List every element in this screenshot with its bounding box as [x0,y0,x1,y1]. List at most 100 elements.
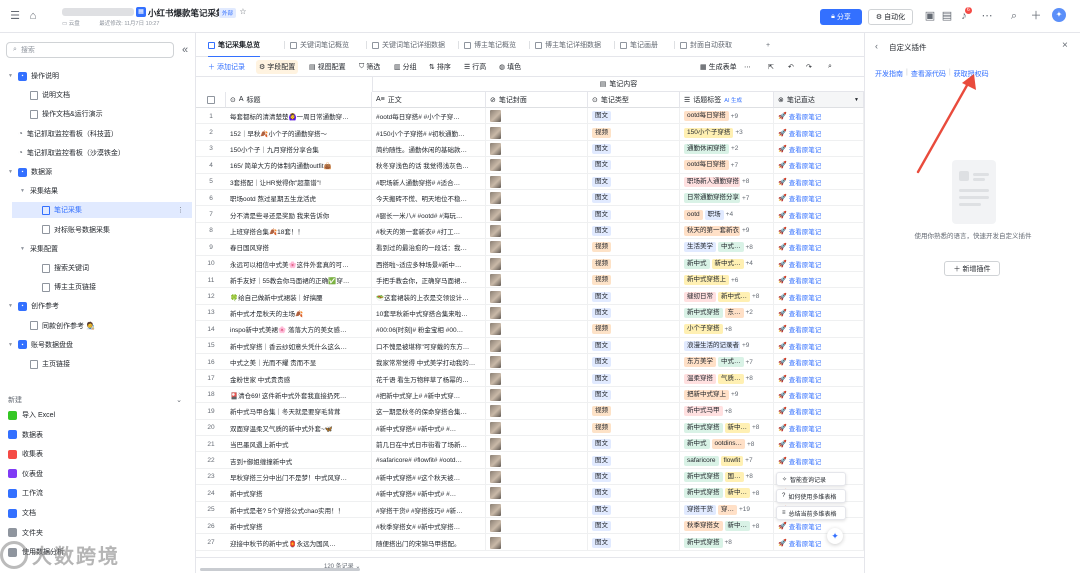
title-cell[interactable]: 早秋穿搭三分中出门不是梦！中式风穿… [226,468,372,486]
table-row[interactable]: 15 新中式穿搭｜香云纱如意头凭什么这么… 口不愧是被堪称"可穿戴的东方… 图文 浪漫生… [196,337,864,354]
table-row[interactable]: 3 150小个子｜九月穿搭分享合集 简约随性。通勤休闲的基础款… 图文 通勤休闲穿搭 +2… [196,140,864,158]
tab[interactable]: 关键词笔记详细数据 [372,33,445,57]
search-icon[interactable]: ⌕ [828,57,832,77]
view-note-link[interactable]: 查看原笔记 [789,390,822,400]
sidebar-item[interactable]: 笔记采集 ⋮ [12,202,192,219]
title-cell[interactable]: 分不清是些寻还是奖励 我来告诉你 [226,206,372,223]
expand-icon[interactable]: ⇱ [768,57,774,77]
link-cell[interactable]: 🚀查看原笔记 [774,206,864,223]
tags-cell[interactable]: safaricore flowfit +7 [680,452,774,469]
layout-icon[interactable]: ▤ [941,10,953,22]
body-cell[interactable]: 前几日在中式日市街看了场新… [372,436,486,453]
link-cell[interactable]: 🚀查看原笔记 [774,321,864,338]
sidebar-item[interactable]: 博主主页链接 [32,279,96,295]
title-cell[interactable]: 吉到+御姐缠撞新中式 [226,452,372,469]
view-note-link[interactable]: 查看原笔记 [789,538,822,548]
tags-cell[interactable]: 新中式穿搭 新中… +8 [680,419,774,436]
sidebar-item[interactable]: 主页链接 [20,356,70,372]
cover-thumbnail[interactable] [490,208,501,221]
cover-cell[interactable] [486,468,588,486]
table-row[interactable]: 12 🍀给自己做新中式裙装｜好搞腰 🥗这套裙装的上衣是交领设计… 图文 缝纫日常 新中式…… [196,288,864,305]
dev-guide-link[interactable]: 开发指南 [875,69,903,79]
more-icon[interactable]: ⋯ [981,10,993,22]
table-row[interactable]: 10 永远可以相信中式美🌸这件外套真的可… 西搭啦~适应多种场景#新中… 视频 新中式新… [196,255,864,272]
cover-thumbnail[interactable] [490,421,501,434]
cover-cell[interactable] [486,157,588,174]
view-note-link[interactable]: 查看原笔记 [789,324,822,334]
body-cell[interactable]: 花千语 看生万物秤草了杨幂的… [372,370,486,387]
title-cell[interactable]: 迎接中秋节的新中式🏮永远为国风… [226,534,372,551]
sidebar-item[interactable]: ◔ 笔记抓取监控看板（科技蓝） [8,126,118,142]
cover-cell[interactable] [486,255,588,272]
sidebar-item[interactable]: ▼ 采集配置 [20,241,58,257]
title-cell[interactable]: 152｜早秋🍂小个子的通勤穿搭～ [226,124,372,141]
new-item[interactable]: 数据表 [8,427,43,443]
back-icon[interactable]: ‹ [875,41,878,51]
link-cell[interactable]: 🚀查看原笔记 [774,124,864,141]
view-note-link[interactable]: 查看原笔记 [789,160,822,170]
type-cell[interactable]: 图文 [588,206,680,223]
get-auth-code-link[interactable]: 获取授权码 [954,69,989,79]
cover-thumbnail[interactable] [490,487,501,500]
collapse-sidebar-icon[interactable]: « [180,44,190,56]
chevron-down-icon[interactable]: ▼ [8,303,14,309]
type-cell[interactable]: 图文 [588,386,680,404]
tags-cell[interactable]: 新中式穿搭上 +6 [680,272,774,289]
type-cell[interactable]: 视频 [588,403,680,420]
more-icon[interactable]: ⋮ [177,206,184,214]
table-row[interactable]: 5 3套搭配｜让HR觉得你"超靠谱"! #职场新人通勤穿搭# #适合… 图文 职场新人通… [196,173,864,190]
body-cell[interactable]: #秋季穿搭女# #新中式穿搭… [372,518,486,535]
title-cell[interactable]: 金粉世家 中式贵贵感 [226,370,372,387]
type-cell[interactable]: 图文 [588,468,680,486]
link-cell[interactable]: 🚀查看原笔记 [774,140,864,158]
cover-thumbnail[interactable] [490,175,501,188]
view-note-link[interactable]: 查看原笔记 [789,423,822,433]
new-item[interactable]: 文档 [8,505,36,521]
type-cell[interactable]: 图文 [588,157,680,174]
type-cell[interactable]: 图文 [588,140,680,158]
cover-thumbnail[interactable] [490,536,501,549]
close-icon[interactable]: × [1062,40,1068,51]
col-header-body[interactable]: A≡ 正文 [372,92,486,108]
tab[interactable]: 博主笔记概览 [464,33,516,57]
link-cell[interactable]: 🚀查看原笔记 [774,386,864,404]
table-row[interactable]: 16 中式之美｜光而不耀 贵而不显 我家常常觉得 中式美学打动我的… 图文 东方美学 中式… [196,354,864,371]
link-cell[interactable]: 🚀查看原笔记 [774,288,864,305]
link-cell[interactable]: 🚀查看原笔记 [774,239,864,256]
type-cell[interactable]: 图文 [588,337,680,354]
cover-thumbnail[interactable] [490,470,501,483]
cover-cell[interactable] [486,501,588,518]
title-cell[interactable]: 新中式穿搭｜香云纱如意头凭什么这么… [226,337,372,354]
title-cell[interactable]: inspo新中式美裙🌸 落落大方的美女感… [226,321,372,338]
table-row[interactable]: 20 双面穿温柔又气质的新中式外套~🦋 #新中式穿搭# #新中式# #… 视频 新中式穿… [196,419,864,436]
tags-cell[interactable]: 新中式 ootdins… +8 [680,436,774,453]
sidebar-item[interactable]: ▼ ▪ 账号数据盘盘 [8,337,73,353]
cover-cell[interactable] [486,239,588,256]
tags-cell[interactable]: 职场新人通勤穿搭 +8 [680,173,774,190]
link-cell[interactable]: 🚀查看原笔记 [774,518,864,535]
type-cell[interactable]: 图文 [588,190,680,207]
view-note-link[interactable]: 查看原笔记 [789,521,822,531]
link-cell[interactable]: 🚀查看原笔记 [774,190,864,207]
link-cell[interactable]: 🚀查看原笔记 [774,337,864,354]
title-cell[interactable]: 职场ootd 熬过星期五生龙活虎 [226,190,372,207]
title-cell[interactable]: 春日国风穿搭 [226,239,372,256]
title-cell[interactable]: 新手友好｜55教会你马面裙的正确✅穿… [226,272,372,289]
type-cell[interactable]: 图文 [588,501,680,518]
view-note-link[interactable]: 查看原笔记 [789,210,822,220]
view-note-link[interactable]: 查看原笔记 [789,292,822,302]
home-icon[interactable]: ⌂ [26,9,40,23]
body-cell[interactable]: 手把手教会你，正确穿马面裙… [372,272,486,289]
chevron-down-icon[interactable]: ▼ [20,246,26,252]
cover-cell[interactable] [486,370,588,387]
link-cell[interactable]: 🚀查看原笔记 [774,370,864,387]
cover-cell[interactable] [486,518,588,535]
body-cell[interactable]: #把新中式穿上# #新中式穿… [372,386,486,404]
sidebar-item[interactable]: ▼ ▪ 数据源 [8,164,52,180]
plugin-icon[interactable]: ▣ [924,10,936,22]
table-row[interactable]: 19 新中式马甲合集｜冬天就是要穿毛背茸 这一期是秋冬的保命穿搭合集… 视频 新中式马甲… [196,403,864,420]
avatar[interactable]: ✦ [1052,8,1066,22]
body-cell[interactable]: #腿长一米八# #ootd# #海玩… [372,206,486,223]
row-height-button[interactable]: ☰ 行高 [464,57,486,77]
col-header-title[interactable]: ⊙ A 标题 [226,92,372,108]
